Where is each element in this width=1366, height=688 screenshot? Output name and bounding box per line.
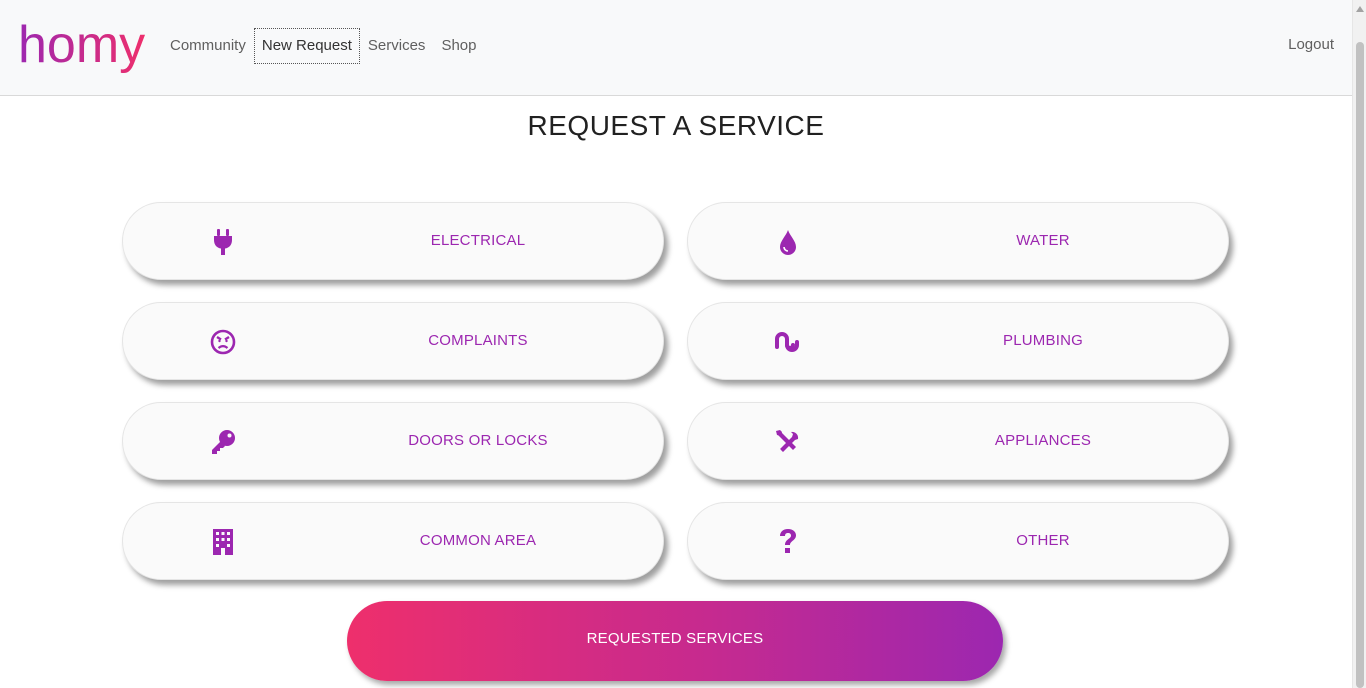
homy-logo[interactable]: homy bbox=[18, 14, 150, 80]
water-drop-icon bbox=[774, 228, 802, 256]
tools-icon bbox=[774, 428, 802, 456]
service-complaints[interactable]: COMPLAINTS bbox=[122, 302, 664, 380]
service-plumbing[interactable]: PLUMBING bbox=[687, 302, 1229, 380]
service-label: COMPLAINTS bbox=[428, 332, 528, 349]
service-label: OTHER bbox=[1016, 532, 1070, 549]
service-doors-or-locks[interactable]: DOORS OR LOCKS bbox=[122, 402, 664, 480]
service-appliances[interactable]: APPLIANCES bbox=[687, 402, 1229, 480]
nav-links: Community New Request Services Shop bbox=[162, 28, 484, 64]
service-other[interactable]: OTHER bbox=[687, 502, 1229, 580]
stumbleupon-icon bbox=[774, 328, 802, 356]
angry-face-icon bbox=[209, 328, 237, 356]
service-electrical[interactable]: ELECTRICAL bbox=[122, 202, 664, 280]
nav-community[interactable]: Community bbox=[162, 28, 254, 64]
key-icon bbox=[209, 428, 237, 456]
navbar: homy Community New Request Services Shop… bbox=[0, 0, 1352, 96]
service-label: DOORS OR LOCKS bbox=[408, 432, 548, 449]
building-icon bbox=[209, 528, 237, 556]
nav-services[interactable]: Services bbox=[360, 28, 434, 64]
scroll-thumb[interactable] bbox=[1356, 42, 1364, 688]
service-common-area[interactable]: COMMON AREA bbox=[122, 502, 664, 580]
service-label: WATER bbox=[1016, 232, 1070, 249]
scroll-up-icon[interactable] bbox=[1356, 6, 1364, 12]
service-water[interactable]: WATER bbox=[687, 202, 1229, 280]
nav-shop[interactable]: Shop bbox=[433, 28, 484, 64]
plug-icon bbox=[209, 228, 237, 256]
nav-new-request[interactable]: New Request bbox=[253, 28, 360, 64]
logo-text: homy bbox=[18, 16, 145, 74]
logout-link[interactable]: Logout bbox=[1288, 28, 1334, 64]
requested-services-button[interactable]: REQUESTED SERVICES bbox=[347, 601, 1003, 681]
service-label: APPLIANCES bbox=[994, 432, 1092, 449]
page: homy Community New Request Services Shop… bbox=[0, 0, 1366, 688]
page-title: REQUEST A SERVICE bbox=[527, 110, 825, 141]
service-label: PLUMBING bbox=[1003, 332, 1083, 349]
service-label: COMMON AREA bbox=[419, 532, 537, 549]
scrollbar[interactable] bbox=[1352, 0, 1366, 688]
question-icon bbox=[774, 528, 802, 556]
service-label: ELECTRICAL bbox=[430, 232, 526, 249]
